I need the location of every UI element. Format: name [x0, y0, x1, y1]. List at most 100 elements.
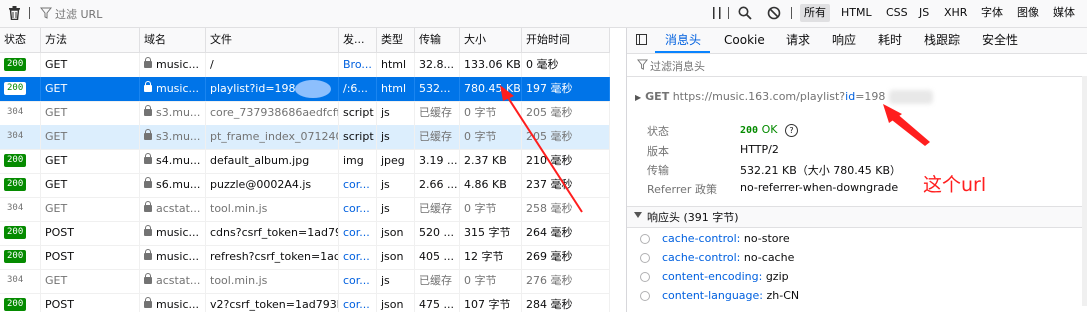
filter-images-button[interactable]: 图像	[1017, 4, 1039, 22]
filter-css-button[interactable]: CSS	[886, 4, 908, 22]
tab-timings[interactable]: 耗时	[878, 28, 902, 53]
filter-fonts-button[interactable]: 字体	[981, 4, 1003, 22]
cell-domain: s6.mu...	[140, 173, 206, 197]
cell-size: 2.37 KB	[460, 149, 522, 173]
table-row[interactable]: 304 GET s3.mu... core_737938686aedfcff6 scri…	[0, 101, 610, 126]
status-badge: 304	[7, 107, 24, 117]
request-url-param[interactable]: id	[845, 90, 855, 103]
cell-type: js	[377, 173, 415, 197]
table-row[interactable]: 200 GET music... / Bro... html 32.8... 133.06 K…	[0, 53, 610, 78]
column-cause[interactable]: 发...	[339, 28, 377, 52]
header-toggle-icon[interactable]	[640, 234, 650, 244]
cell-size: 107 字节	[460, 293, 522, 312]
header-toggle-icon[interactable]	[640, 253, 650, 263]
start-text: 205 毫秒	[526, 106, 573, 119]
block-icon[interactable]	[767, 6, 781, 20]
table-row[interactable]: 200 GET s4.mu... default_album.jpg img jpeg 3.…	[0, 149, 610, 174]
header-key: cache-control:	[662, 232, 741, 245]
column-type[interactable]: 类型	[377, 28, 415, 52]
table-row[interactable]: 200 GET music... playlist?id=198 /:6... html 5…	[0, 77, 610, 102]
cause-text: script	[343, 106, 374, 119]
transfer-text: 475 ...	[419, 298, 454, 311]
lock-icon	[144, 56, 152, 68]
column-size[interactable]: 大小	[460, 28, 522, 52]
filter-all-button[interactable]: 所有	[800, 4, 830, 22]
cell-cause: cor...	[339, 221, 377, 245]
cell-size: 0 字节	[460, 101, 522, 125]
url-filter-input[interactable]: 过滤 URL	[55, 6, 102, 22]
search-icon[interactable]	[738, 6, 752, 20]
column-file[interactable]: 文件	[206, 28, 339, 52]
filter-xhr-button[interactable]: XHR	[944, 4, 967, 22]
table-row[interactable]: 304 GET acstat... tool.min.js cor... js 已缓存 0 字…	[0, 269, 610, 294]
table-row[interactable]: 200 POST music... cdns?csrf_token=1ad793 cor…	[0, 221, 610, 246]
tab-cookies[interactable]: Cookie	[724, 28, 765, 53]
header-toggle-icon[interactable]	[640, 272, 650, 282]
trash-icon[interactable]	[8, 6, 21, 20]
size-text: 780.45 KB	[464, 82, 521, 95]
cell-size: 133.06 KB	[460, 53, 522, 77]
table-row[interactable]: 200 POST music... refresh?csrf_token=1ad7 co…	[0, 245, 610, 270]
size-text: 133.06 KB	[464, 58, 521, 71]
type-text: js	[381, 106, 390, 119]
cell-transfer: 已缓存	[415, 197, 460, 221]
header-value: gzip	[765, 270, 789, 283]
cell-file: pt_frame_index_071240:	[206, 125, 339, 149]
table-row[interactable]: 200 POST music... v2?csrf_token=1ad793b cor.…	[0, 293, 610, 312]
cause-text: script	[343, 130, 374, 143]
cell-status: 304	[0, 197, 41, 221]
referrer-label: Referrer 政策	[647, 183, 717, 196]
sidebar-toggle-icon[interactable]	[636, 34, 647, 45]
start-text: 0 毫秒	[526, 58, 559, 71]
method-text: GET	[45, 202, 68, 215]
transfer-text: 3.19 ...	[419, 154, 458, 167]
filter-media-button[interactable]: 媒体	[1053, 4, 1075, 22]
header-value: no-store	[743, 232, 790, 245]
expand-triangle-icon[interactable]: ▶	[635, 93, 641, 102]
cell-start: 237 毫秒	[522, 173, 610, 197]
status-badge: 200	[4, 58, 27, 71]
cell-domain: s3.mu...	[140, 125, 206, 149]
cell-status: 200	[0, 173, 41, 197]
cell-transfer: 3.19 ...	[415, 149, 460, 173]
column-transfer[interactable]: 传输	[415, 28, 460, 52]
request-url-value[interactable]: =198	[855, 90, 885, 103]
request-url-prefix[interactable]: https://music.163.com/playlist?	[673, 90, 845, 103]
column-domain[interactable]: 域名	[140, 28, 206, 52]
start-text: 258 毫秒	[526, 202, 573, 215]
tab-stack-trace[interactable]: 栈跟踪	[924, 28, 960, 53]
method-text: GET	[45, 106, 68, 119]
cell-status: 304	[0, 269, 41, 293]
headers-filter-input[interactable]: 过滤消息头	[650, 58, 705, 74]
table-row[interactable]: 304 GET s3.mu... pt_frame_index_071240: scri…	[0, 125, 610, 150]
tab-security[interactable]: 安全性	[982, 28, 1018, 53]
tab-request[interactable]: 请求	[786, 28, 810, 53]
details-scrollbar[interactable]	[1082, 76, 1087, 306]
table-row[interactable]: 304 GET acstat... tool.min.js cor... js 已缓存 0 字…	[0, 197, 610, 222]
cell-type: html	[377, 53, 415, 77]
tab-headers[interactable]: 消息头	[665, 28, 701, 53]
filter-html-button[interactable]: HTML	[841, 4, 872, 22]
header-toggle-icon[interactable]	[640, 291, 650, 301]
cell-size: 12 字节	[460, 245, 522, 269]
status-badge: 200	[4, 250, 27, 263]
pause-icon[interactable]	[712, 7, 722, 19]
column-status[interactable]: 状态	[0, 28, 41, 52]
file-text: playlist?id=198	[210, 82, 296, 95]
collapse-triangle-icon[interactable]	[634, 212, 642, 218]
table-row[interactable]: 200 GET s6.mu... puzzle@0002A4.js cor... js 2.…	[0, 173, 610, 198]
method-text: GET	[45, 130, 68, 143]
column-method[interactable]: 方法	[41, 28, 140, 52]
help-icon[interactable]: ?	[784, 123, 798, 137]
transfer-text: 已缓存	[419, 274, 452, 287]
filter-js-button[interactable]: JS	[919, 4, 929, 22]
cell-status: 200	[0, 53, 41, 77]
column-start-time[interactable]: 开始时间	[522, 28, 610, 52]
status-field: 状态 200 OK ?	[647, 123, 947, 138]
tab-response[interactable]: 响应	[832, 28, 856, 53]
domain-text: music...	[156, 58, 200, 71]
method-text: POST	[45, 298, 74, 311]
cause-text: cor...	[343, 298, 370, 311]
response-header-row: content-encoding: gzip	[640, 270, 789, 283]
cell-type: json	[377, 293, 415, 312]
